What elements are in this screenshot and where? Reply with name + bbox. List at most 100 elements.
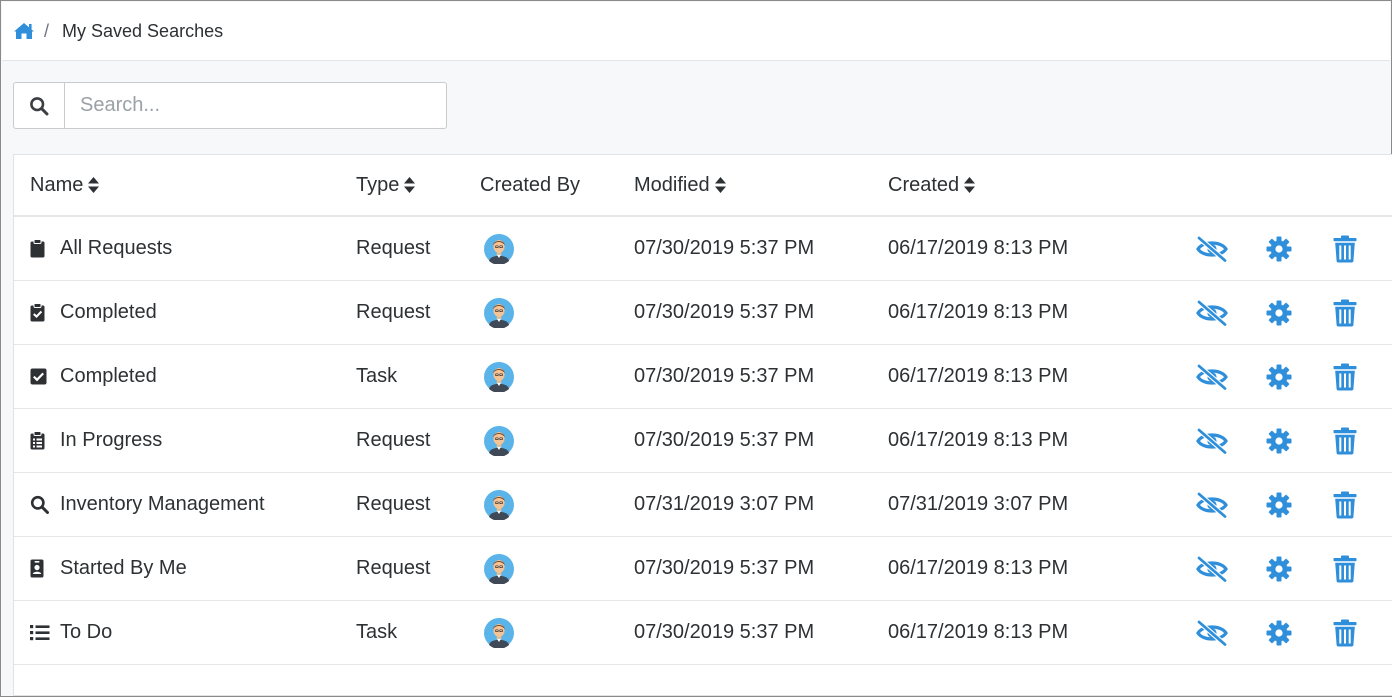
- configure-button[interactable]: [1266, 281, 1292, 344]
- avatar[interactable]: [484, 361, 514, 392]
- search-button[interactable]: [14, 83, 65, 128]
- search-type: Task: [356, 365, 398, 387]
- delete-button[interactable]: [1333, 345, 1357, 408]
- created-date: 06/17/2019 8:13 PM: [888, 557, 1069, 579]
- cell-created-by: [484, 601, 514, 664]
- hide-button[interactable]: [1195, 601, 1229, 664]
- hide-button[interactable]: [1195, 345, 1229, 408]
- cell-name[interactable]: Started By Me: [30, 537, 187, 600]
- eye-slash-icon: [1195, 619, 1229, 646]
- search-type: Request: [356, 429, 431, 451]
- cell-created: 07/31/2019 3:07 PM: [888, 473, 1068, 536]
- table-row: To Do Task 07/30/2019 5:37 PM 06/17/2019…: [14, 601, 1392, 665]
- table-row: Completed Task 07/30/2019 5:37 PM 06/17/…: [14, 345, 1392, 409]
- trash-icon: [1333, 491, 1357, 519]
- cell-type: Request: [356, 409, 431, 472]
- configure-button[interactable]: [1266, 473, 1292, 536]
- gear-icon: [1266, 364, 1292, 390]
- delete-button[interactable]: [1333, 281, 1357, 344]
- clipboard-list-icon: [30, 431, 52, 450]
- column-header-created-by: Created By: [480, 155, 580, 215]
- avatar[interactable]: [484, 233, 514, 264]
- check-square-icon: [30, 368, 52, 385]
- cell-created: 06/17/2019 8:13 PM: [888, 281, 1068, 344]
- table-row: Started By Me Request 07/30/2019 5:37 PM…: [14, 537, 1392, 601]
- column-header-modified[interactable]: Modified: [634, 155, 726, 215]
- avatar[interactable]: [484, 297, 514, 328]
- search-input[interactable]: [65, 83, 446, 128]
- cell-created-by: [484, 409, 514, 472]
- configure-button[interactable]: [1266, 537, 1292, 600]
- app-frame: / My Saved Searches Name Type: [0, 0, 1392, 697]
- created-date: 06/17/2019 8:13 PM: [888, 301, 1069, 323]
- list-icon: [30, 624, 52, 641]
- created-date: 07/31/2019 3:07 PM: [888, 493, 1069, 515]
- breadcrumb-current: My Saved Searches: [62, 20, 224, 41]
- hide-button[interactable]: [1195, 537, 1229, 600]
- cell-created-by: [484, 217, 514, 280]
- cell-name[interactable]: Completed: [30, 345, 157, 408]
- cell-type: Request: [356, 217, 431, 280]
- eye-slash-icon: [1195, 555, 1229, 582]
- gear-icon: [1266, 236, 1292, 262]
- search-type: Request: [356, 557, 431, 579]
- configure-button[interactable]: [1266, 345, 1292, 408]
- cell-name[interactable]: To Do: [30, 601, 112, 664]
- cell-modified: 07/30/2019 5:37 PM: [634, 281, 814, 344]
- avatar[interactable]: [484, 553, 514, 584]
- sort-icon: [714, 177, 726, 193]
- delete-button[interactable]: [1333, 601, 1357, 664]
- created-date: 06/17/2019 8:13 PM: [888, 237, 1069, 259]
- cell-modified: 07/30/2019 5:37 PM: [634, 217, 814, 280]
- search-icon: [30, 495, 52, 514]
- hide-button[interactable]: [1195, 217, 1229, 280]
- column-header-name[interactable]: Name: [30, 155, 100, 215]
- hide-button[interactable]: [1195, 409, 1229, 472]
- avatar[interactable]: [484, 425, 514, 456]
- trash-icon: [1333, 299, 1357, 327]
- hide-button[interactable]: [1195, 281, 1229, 344]
- search-name: Completed: [60, 301, 157, 323]
- hide-button[interactable]: [1195, 473, 1229, 536]
- delete-button[interactable]: [1333, 217, 1357, 280]
- configure-button[interactable]: [1266, 601, 1292, 664]
- cell-name[interactable]: In Progress: [30, 409, 162, 472]
- delete-button[interactable]: [1333, 409, 1357, 472]
- configure-button[interactable]: [1266, 409, 1292, 472]
- cell-modified: 07/30/2019 5:37 PM: [634, 345, 814, 408]
- modified-date: 07/30/2019 5:37 PM: [634, 621, 815, 643]
- search-type: Request: [356, 493, 431, 515]
- avatar[interactable]: [484, 617, 514, 648]
- delete-button[interactable]: [1333, 473, 1357, 536]
- search-type: Request: [356, 301, 431, 323]
- gear-icon: [1266, 300, 1292, 326]
- id-badge-icon: [30, 559, 52, 578]
- delete-button[interactable]: [1333, 537, 1357, 600]
- cell-created: 06/17/2019 8:13 PM: [888, 345, 1068, 408]
- search-name: All Requests: [60, 237, 173, 259]
- column-header-created[interactable]: Created: [888, 155, 976, 215]
- trash-icon: [1333, 235, 1357, 263]
- gear-icon: [1266, 492, 1292, 518]
- column-header-type[interactable]: Type: [356, 155, 416, 215]
- configure-button[interactable]: [1266, 217, 1292, 280]
- modified-date: 07/30/2019 5:37 PM: [634, 557, 815, 579]
- cell-modified: 07/30/2019 5:37 PM: [634, 601, 814, 664]
- cell-name[interactable]: All Requests: [30, 217, 172, 280]
- cell-created: 06/17/2019 8:13 PM: [888, 601, 1068, 664]
- cell-created-by: [484, 345, 514, 408]
- cell-name[interactable]: Inventory Management: [30, 473, 265, 536]
- avatar[interactable]: [484, 489, 514, 520]
- cell-name[interactable]: Completed: [30, 281, 157, 344]
- gear-icon: [1266, 620, 1292, 646]
- trash-icon: [1333, 555, 1357, 583]
- clipboard-icon: [30, 239, 52, 258]
- cell-created-by: [484, 537, 514, 600]
- saved-searches-table: Name Type Created By Modified Created Al…: [13, 154, 1392, 696]
- home-icon[interactable]: [13, 21, 35, 41]
- created-date: 06/17/2019 8:13 PM: [888, 621, 1069, 643]
- search-name: In Progress: [60, 429, 163, 451]
- created-date: 06/17/2019 8:13 PM: [888, 365, 1069, 387]
- eye-slash-icon: [1195, 363, 1229, 390]
- modified-date: 07/30/2019 5:37 PM: [634, 301, 815, 323]
